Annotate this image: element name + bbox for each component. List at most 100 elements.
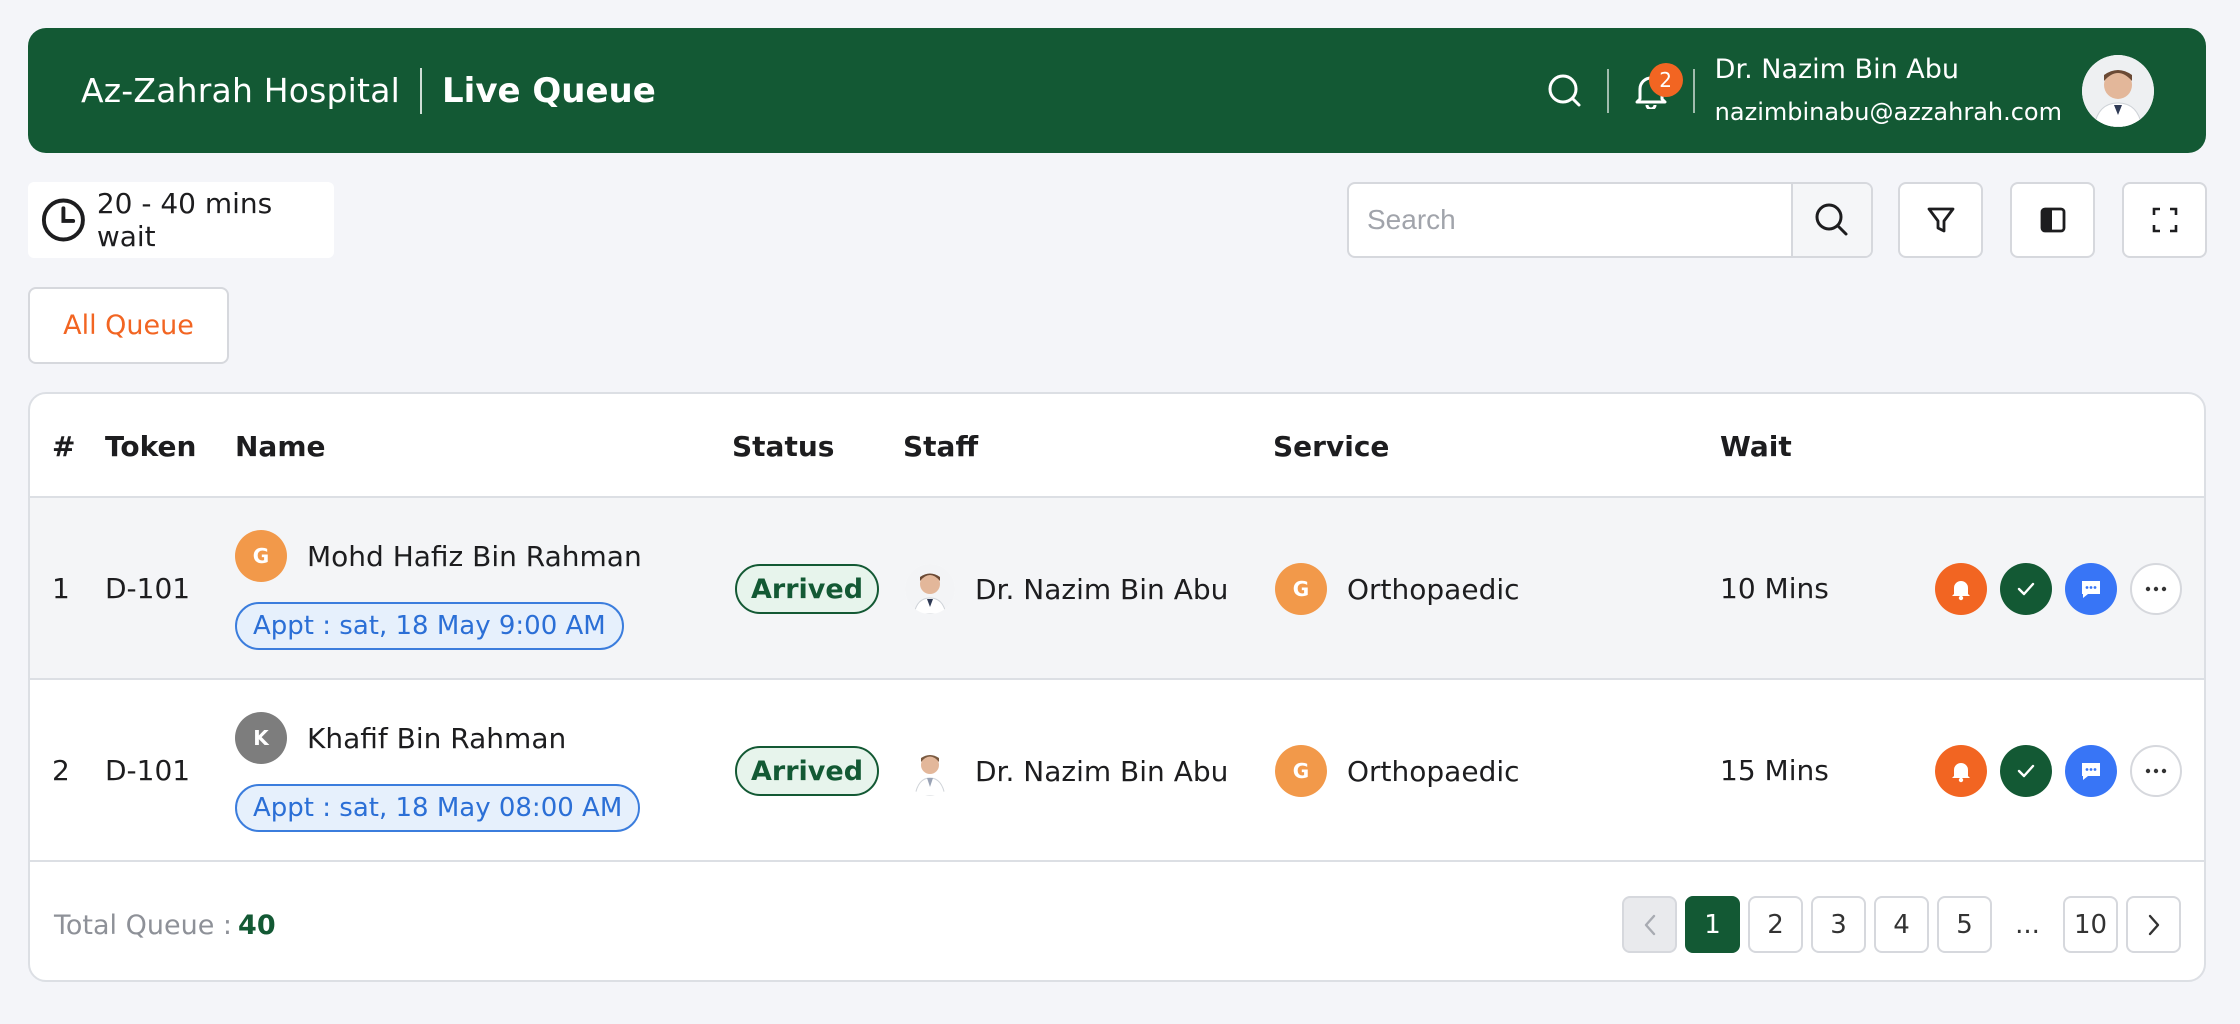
notify-button[interactable] <box>1935 745 1987 797</box>
notify-button[interactable] <box>1935 563 1987 615</box>
check-icon <box>2017 582 2035 596</box>
next-page-button[interactable] <box>2126 896 2181 953</box>
column-toggle-button[interactable] <box>2010 182 2095 258</box>
wait-time-text: 20 - 40 mins wait <box>96 187 273 253</box>
queue-table: # Token Name Status Staff Service Wait 1… <box>28 392 2206 982</box>
search-input[interactable] <box>1349 184 1791 256</box>
row-index: 2 <box>52 754 70 787</box>
message-button[interactable] <box>2065 563 2117 615</box>
service-name: Orthopaedic <box>1347 754 1520 788</box>
more-horizontal-icon <box>2145 586 2167 592</box>
staff-cell: Dr. Nazim Bin Abu <box>905 564 1228 614</box>
staff-name: Dr. Nazim Bin Abu <box>975 572 1229 606</box>
header-divider <box>420 67 422 114</box>
staff-cell: Dr. Nazim Bin Abu <box>905 746 1228 796</box>
patient-name: Mohd Hafiz Bin Rahman <box>307 539 642 573</box>
bell-icon <box>1952 763 1970 783</box>
fullscreen-icon <box>2152 207 2177 233</box>
page-button-2[interactable]: 2 <box>1748 896 1803 953</box>
clock-icon <box>41 198 85 242</box>
filter-button[interactable] <box>1898 182 1983 258</box>
complete-button[interactable] <box>2000 563 2052 615</box>
chevron-right-icon <box>2148 914 2159 935</box>
staff-avatar <box>905 746 955 796</box>
chat-icon <box>2082 581 2100 598</box>
notification-badge: 2 <box>1648 62 1683 97</box>
header-separator <box>1692 68 1695 113</box>
more-horizontal-icon <box>2145 768 2167 774</box>
patient-initial-avatar: G <box>235 530 287 582</box>
page-button-1[interactable]: 1 <box>1685 896 1740 953</box>
column-header-staff: Staff <box>903 429 979 463</box>
staff-name: Dr. Nazim Bin Abu <box>975 754 1229 788</box>
page-title: Live Queue <box>442 70 656 111</box>
column-header-index: # <box>52 429 76 463</box>
staff-avatar <box>905 564 955 614</box>
user-avatar[interactable] <box>2082 54 2154 127</box>
fullscreen-button[interactable] <box>2122 182 2207 258</box>
user-info[interactable]: Dr. Nazim Bin Abu nazimbinabu@azzahrah.c… <box>1715 51 2062 131</box>
more-options-button[interactable] <box>2130 563 2182 615</box>
column-header-status: Status <box>732 429 835 463</box>
chevron-left-icon <box>1644 914 1655 935</box>
header-separator <box>1606 68 1609 113</box>
check-icon <box>2017 764 2035 778</box>
hospital-name: Az-Zahrah Hospital <box>81 71 400 110</box>
total-queue-value: 40 <box>238 910 276 941</box>
user-email: nazimbinabu@azzahrah.com <box>1714 97 2062 126</box>
tab-all-queue[interactable]: All Queue <box>28 287 229 364</box>
column-header-wait: Wait <box>1720 429 1792 463</box>
table-row[interactable]: 1 D-101 G Mohd Hafiz Bin Rahman Appt : s… <box>30 498 2204 680</box>
patient-name-cell: G Mohd Hafiz Bin Rahman <box>235 530 642 582</box>
column-header-token: Token <box>105 429 197 463</box>
page-ellipsis: ... <box>2015 909 2040 940</box>
filter-icon <box>1927 207 1954 233</box>
service-name: Orthopaedic <box>1347 572 1520 606</box>
status-badge: Arrived <box>735 564 880 614</box>
search-button[interactable] <box>1791 184 1871 256</box>
row-actions <box>1935 563 2182 615</box>
wait-time: 10 Mins <box>1720 572 1829 605</box>
search-icon[interactable] <box>1543 69 1587 113</box>
bell-icon <box>1952 581 1970 601</box>
service-cell: G Orthopaedic <box>1275 563 1520 615</box>
row-token: D-101 <box>105 754 191 787</box>
table-header: # Token Name Status Staff Service Wait <box>30 394 2204 498</box>
wait-time: 15 Mins <box>1720 754 1829 787</box>
column-header-name: Name <box>235 429 326 463</box>
patient-name: Khafif Bin Rahman <box>307 721 567 755</box>
service-initial-avatar: G <box>1275 745 1327 797</box>
search-icon <box>1815 203 1848 236</box>
patient-initial-avatar: K <box>235 712 287 764</box>
app-header: Az-Zahrah Hospital Live Queue 2 Dr. Nazi… <box>28 28 2206 153</box>
previous-page-button[interactable] <box>1622 896 1677 953</box>
message-button[interactable] <box>2065 745 2117 797</box>
patient-name-cell: K Khafif Bin Rahman <box>235 712 566 764</box>
complete-button[interactable] <box>2000 745 2052 797</box>
page-button-4[interactable]: 4 <box>1874 896 1929 953</box>
pagination: 1 2 3 4 5 ... 10 <box>1622 896 2181 953</box>
notification-bell-icon[interactable]: 2 <box>1629 62 1683 113</box>
appointment-badge: Appt : sat, 18 May 08:00 AM <box>235 784 641 832</box>
total-queue-label: Total Queue : <box>54 910 233 941</box>
row-token: D-101 <box>105 572 191 605</box>
service-cell: G Orthopaedic <box>1275 745 1520 797</box>
user-name: Dr. Nazim Bin Abu <box>1714 53 1959 85</box>
column-header-service: Service <box>1273 429 1390 463</box>
more-options-button[interactable] <box>2130 745 2182 797</box>
wait-time-indicator: 20 - 40 mins wait <box>28 182 334 258</box>
page-button-3[interactable]: 3 <box>1811 896 1866 953</box>
page-button-5[interactable]: 5 <box>1937 896 1992 953</box>
status-badge: Arrived <box>735 746 880 796</box>
row-actions <box>1935 745 2182 797</box>
table-footer: Total Queue : 40 1 2 3 4 5 ... 10 <box>30 864 2204 980</box>
total-queue: Total Queue : 40 <box>54 910 276 941</box>
table-row[interactable]: 2 D-101 K Khafif Bin Rahman Appt : sat, … <box>30 680 2204 862</box>
row-index: 1 <box>52 572 70 605</box>
sidebar-toggle-icon <box>2040 207 2065 233</box>
search-bar <box>1347 182 1873 258</box>
service-initial-avatar: G <box>1275 563 1327 615</box>
appointment-badge: Appt : sat, 18 May 9:00 AM <box>235 602 624 650</box>
chat-icon <box>2082 763 2100 780</box>
page-button-10[interactable]: 10 <box>2063 896 2118 953</box>
